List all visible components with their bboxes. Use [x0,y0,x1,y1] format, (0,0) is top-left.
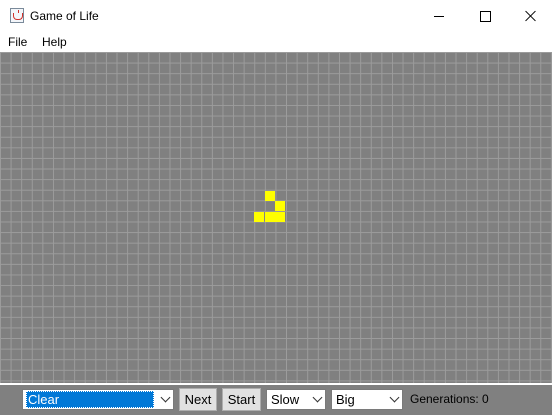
generations-counter: Generations: 0 [410,392,489,406]
size-select-value: Big [336,392,355,407]
menu-bar: File Help [0,32,554,52]
control-panel: Clear Next Start Slow Big Generations: 0 [0,385,552,415]
start-button[interactable]: Start [222,388,261,411]
live-cell[interactable] [275,212,286,222]
live-cell[interactable] [264,190,275,201]
minimize-icon [434,15,444,17]
speed-select[interactable]: Slow [266,389,326,410]
size-select[interactable]: Big [331,389,403,410]
maximize-icon [479,10,491,22]
close-button[interactable] [508,0,554,32]
maximize-button[interactable] [462,0,508,32]
title-bar: Game of Life [0,0,554,32]
menu-help[interactable]: Help [42,35,67,49]
live-cell[interactable] [275,201,286,212]
speed-select-value: Slow [271,392,300,407]
action-select-value: Clear [26,391,154,408]
chevron-down-icon[interactable] [386,390,402,409]
life-grid[interactable] [0,52,552,383]
live-cell[interactable] [264,212,275,222]
java-app-icon [10,8,24,23]
minimize-button[interactable] [416,0,462,32]
close-icon [525,10,537,22]
chevron-down-icon[interactable] [157,390,173,409]
action-select[interactable]: Clear [22,389,174,410]
chevron-down-icon[interactable] [309,390,325,409]
window-title: Game of Life [30,9,99,23]
live-cell[interactable] [254,212,264,222]
next-button[interactable]: Next [179,388,217,411]
menu-file[interactable]: File [8,35,27,49]
